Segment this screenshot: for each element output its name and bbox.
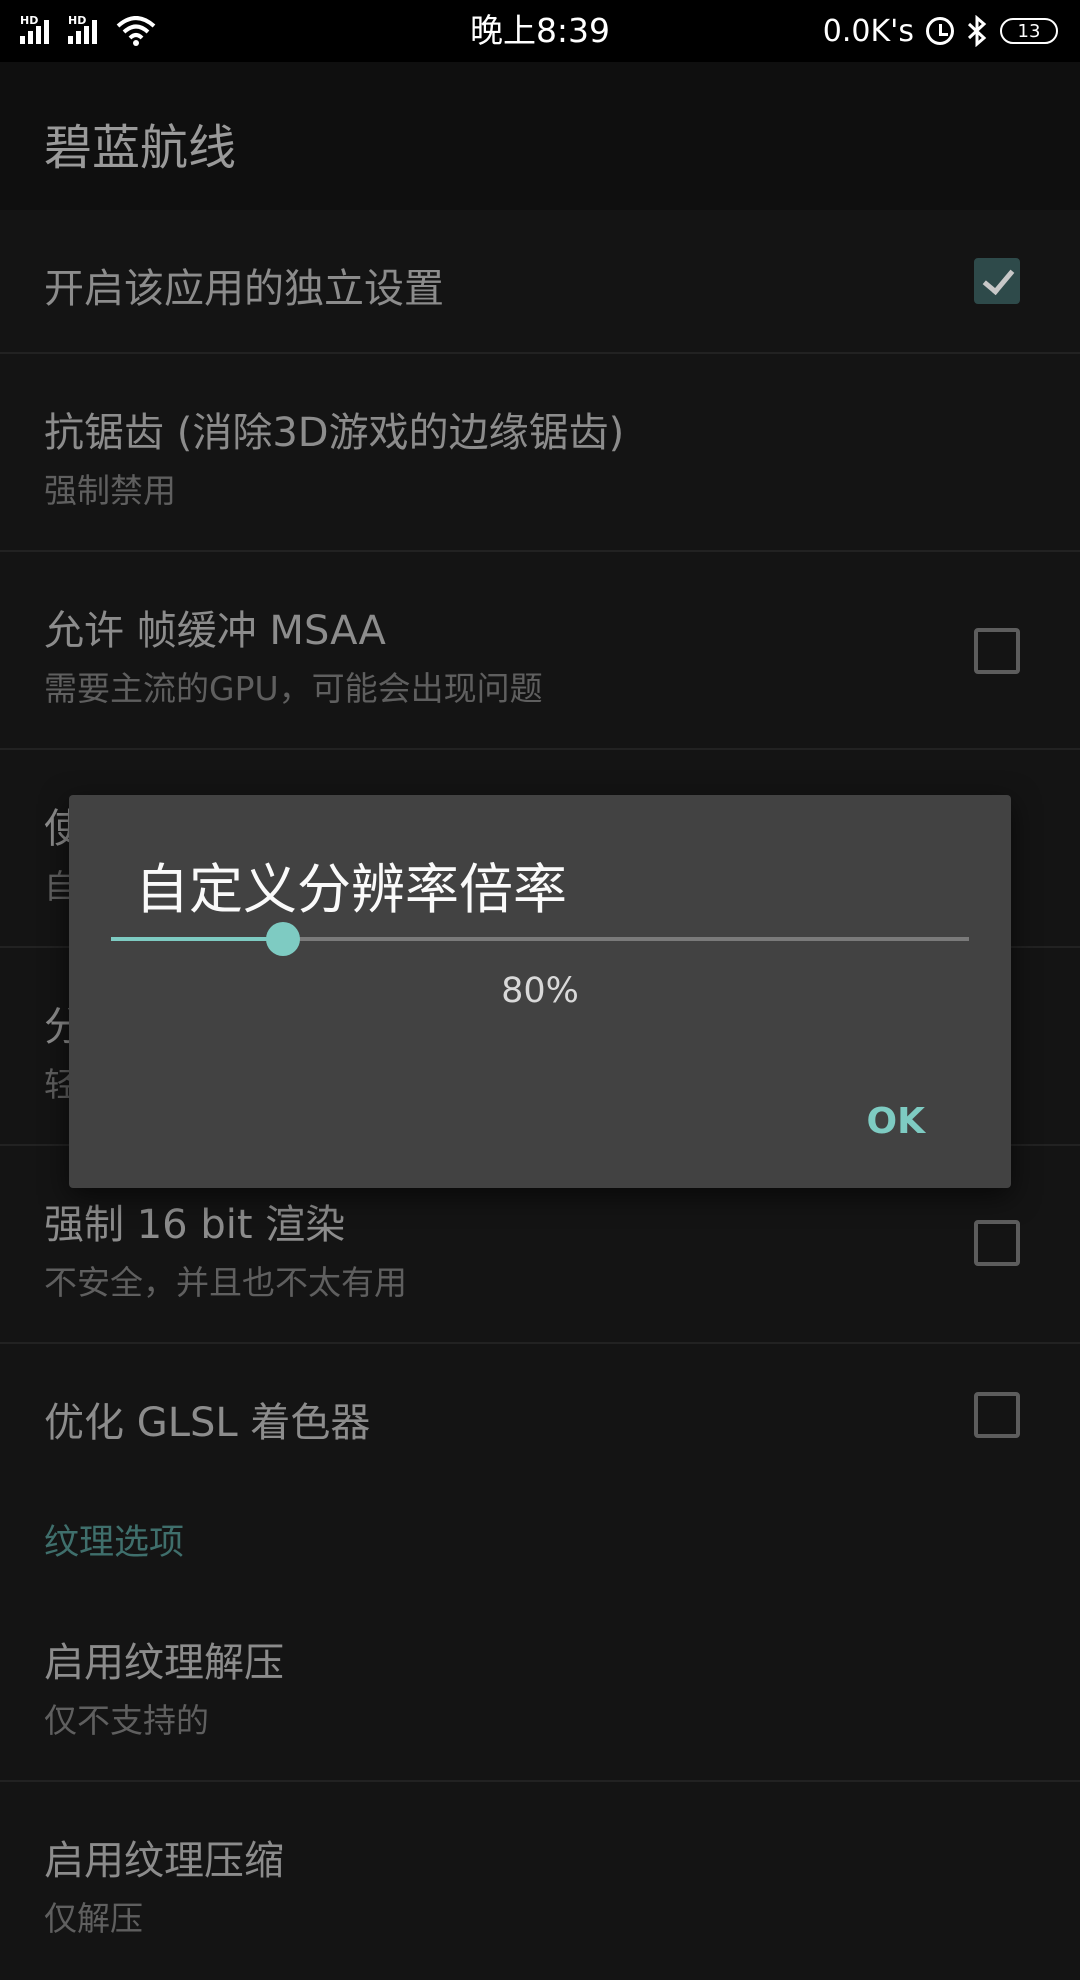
slider-thumb[interactable]: [265, 922, 300, 956]
page-title: 碧蓝航线: [44, 120, 237, 176]
status-bar: HD HD 晚上8:39 0.0K's 13: [0, 0, 1080, 62]
setting-subtitle: 仅解压: [44, 1899, 143, 1938]
setting-subtitle: 不安全，并且也不太有用: [44, 1263, 407, 1302]
setting-title: 优化 GLSL 着色器: [44, 1400, 371, 1446]
setting-checkbox[interactable]: [974, 1220, 1020, 1266]
slider-fill: [111, 937, 283, 941]
setting-title: 强制 16 bit 渲染: [44, 1202, 346, 1248]
setting-row-glsl[interactable]: 优化 GLSL 着色器: [0, 1344, 1080, 1494]
battery-level: 13: [1017, 20, 1041, 42]
setting-checkbox[interactable]: [974, 1392, 1020, 1438]
setting-subtitle: 需要主流的GPU，可能会出现问题: [44, 669, 543, 708]
setting-row-msaa[interactable]: 允许 帧缓冲 MSAA 需要主流的GPU，可能会出现问题: [0, 552, 1080, 750]
dialog-title: 自定义分辨率倍率: [135, 858, 567, 921]
alarm-icon: [926, 17, 954, 45]
setting-title: 启用纹理压缩: [44, 1838, 284, 1884]
setting-title: 允许 帧缓冲 MSAA: [44, 608, 386, 654]
resolution-dialog: 自定义分辨率倍率 80% OK: [69, 795, 1011, 1188]
setting-row-texture-compress[interactable]: 启用纹理压缩 仅解压: [0, 1782, 1080, 1980]
setting-title: 抗锯齿 (消除3D游戏的边缘锯齿): [44, 410, 625, 456]
setting-subtitle: 仅不支持的: [44, 1701, 209, 1740]
section-header-row: 纹理选项: [0, 1494, 1080, 1584]
setting-subtitle: 强制禁用: [44, 471, 176, 510]
status-right: 0.0K's 13: [823, 10, 1058, 52]
setting-row-independent[interactable]: 开启该应用的独立设置: [0, 210, 1080, 354]
setting-title: 开启该应用的独立设置: [44, 266, 444, 312]
setting-row-antialias[interactable]: 抗锯齿 (消除3D游戏的边缘锯齿) 强制禁用: [0, 354, 1080, 552]
setting-checkbox[interactable]: [974, 628, 1020, 674]
bluetooth-icon: [967, 15, 987, 47]
ok-button[interactable]: OK: [857, 1095, 936, 1148]
section-header: 纹理选项: [44, 1523, 185, 1563]
setting-title: 启用纹理解压: [44, 1640, 284, 1686]
slider-value-label: 80%: [501, 971, 579, 1011]
setting-checkbox-checked[interactable]: [974, 258, 1020, 304]
resolution-slider[interactable]: [111, 922, 969, 956]
battery-icon: 13: [1000, 18, 1058, 44]
setting-row-texture-decompress[interactable]: 启用纹理解压 仅不支持的: [0, 1584, 1080, 1782]
app-bar: 碧蓝航线: [0, 62, 1080, 210]
net-speed: 0.0K's: [822, 13, 914, 49]
